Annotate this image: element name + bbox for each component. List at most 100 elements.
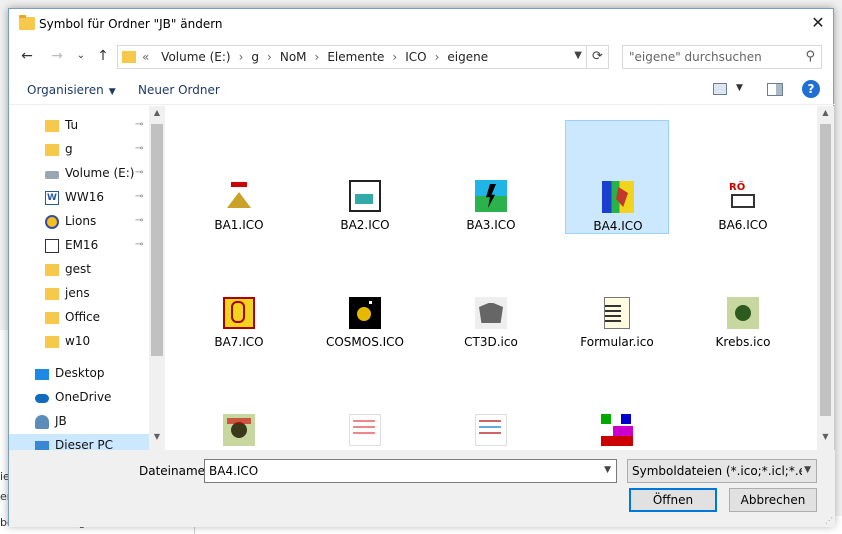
scrollbar-thumb[interactable] [151, 124, 163, 356]
open-button[interactable]: Öffnen [629, 488, 717, 512]
sidebar-item[interactable]: gest [9, 258, 149, 282]
sidebar-item-label: gest [65, 262, 91, 276]
file-name: Krebs.ico [715, 335, 771, 349]
navigation-scrollbar[interactable]: ▲ ▼ [149, 106, 165, 450]
sidebar-item[interactable]: Volume (E:) ⊸ [9, 162, 149, 186]
sidebar-item[interactable]: jens [9, 282, 149, 306]
file-name: BA7.ICO [214, 335, 264, 349]
close-button[interactable]: ✕ [803, 9, 833, 39]
cloud-icon [35, 394, 49, 403]
pin-icon: ⊸ [135, 119, 144, 130]
file-name: CT3D.ico [464, 335, 518, 349]
file-item[interactable]: TETRIS.ICO [565, 354, 669, 450]
breadcrumb-item[interactable]: Elemente [327, 50, 384, 64]
refresh-icon[interactable]: ⟳ [586, 46, 608, 68]
file-item[interactable]: BA4.ICO [565, 120, 669, 234]
scroll-down-icon[interactable]: ▼ [149, 432, 165, 448]
chevron-down-icon: ▼ [804, 465, 811, 475]
breadcrumb-separator-icon[interactable]: › [267, 50, 272, 64]
change-icon-dialog: Symbol für Ordner "JB" ändern ✕ ← → ⌄ ↑ … [8, 8, 835, 527]
mail-icon [45, 239, 59, 253]
view-icon[interactable] [713, 83, 727, 95]
organize-label: Organisieren [27, 83, 104, 97]
search-placeholder: "eigene" durchsuchen [629, 50, 762, 64]
sidebar-item[interactable]: w10 [9, 330, 149, 354]
sidebar-item[interactable]: OneDrive [9, 386, 149, 410]
breadcrumb-overflow[interactable]: « [142, 50, 149, 64]
sidebar-item[interactable]: Office [9, 306, 149, 330]
breadcrumb-item[interactable]: Volume (E:) [161, 50, 230, 64]
up-arrow-icon[interactable]: ↑ [93, 47, 113, 65]
pin-icon: ⊸ [135, 215, 144, 226]
chevron-down-icon[interactable]: ▼ [736, 83, 743, 93]
breadcrumb-item[interactable]: eigene [447, 50, 488, 64]
file-item[interactable]: Rezept.ico [313, 354, 417, 450]
chevron-down-icon[interactable]: ▼ [574, 50, 582, 61]
breadcrumb: « Volume (E:) › g › NoM › Elemente › ICO › eigene [142, 50, 496, 64]
filetype-value: Symboldateien (*.ico;*.icl;*.exe; [632, 464, 802, 478]
sidebar-item-label: Office [65, 310, 101, 324]
breadcrumb-separator-icon[interactable]: › [392, 50, 397, 64]
chevron-down-icon[interactable]: ▼ [604, 465, 611, 475]
sidebar-item[interactable]: JB [9, 410, 149, 434]
file-item[interactable]: BA2.ICO [313, 120, 417, 234]
sidebar-item-label: Tu [65, 118, 79, 132]
file-item[interactable]: COSMOS.ICO [313, 237, 417, 351]
sidebar-item-label: WW16 [65, 190, 104, 204]
breadcrumb-item[interactable]: g [251, 50, 259, 64]
file-item[interactable]: CT3D.ico [439, 237, 543, 351]
file-item[interactable]: Krebs.ico [691, 237, 795, 351]
search-box[interactable]: "eigene" durchsuchen ⚲ [622, 45, 822, 69]
recent-locations-dropdown[interactable]: ⌄ [71, 47, 91, 65]
sidebar-item[interactable]: EM16 ⊸ [9, 234, 149, 258]
file-scrollbar[interactable]: ▲ ▼ [817, 106, 834, 450]
breadcrumb-item[interactable]: ICO [405, 50, 426, 64]
navigation-bar: ← → ⌄ ↑ « Volume (E:) › g › NoM › Elemente › ICO… [9, 41, 835, 71]
scroll-up-icon[interactable]: ▲ [149, 108, 165, 124]
filename-field[interactable]: BA4.ICO ▼ [204, 459, 617, 483]
file-item[interactable]: Rezept2.ico [439, 354, 543, 450]
sidebar-item[interactable]: Desktop [9, 362, 149, 386]
file-thumbnail-icon [349, 297, 381, 329]
file-item[interactable]: BA3.ICO [439, 120, 543, 234]
preview-pane-icon[interactable] [767, 83, 783, 96]
pin-icon: ⊸ [135, 143, 144, 154]
breadcrumb-separator-icon[interactable]: › [315, 50, 320, 64]
file-thumbnail-icon [349, 180, 381, 212]
resize-grip-icon[interactable]: ⋰ [825, 516, 833, 525]
chevron-down-icon: ▼ [108, 87, 116, 97]
file-thumbnail-icon [475, 414, 507, 446]
search-icon: ⚲ [805, 49, 815, 64]
breadcrumb-separator-icon[interactable]: › [239, 50, 244, 64]
file-item[interactable]: BA7.ICO [187, 237, 291, 351]
breadcrumb-item[interactable]: NoM [280, 50, 307, 64]
back-arrow-icon[interactable]: ← [17, 47, 37, 65]
sidebar-item[interactable]: Lions ⊸ [9, 210, 149, 234]
help-icon[interactable]: ? [802, 80, 820, 98]
sidebar-item[interactable]: W WW16 ⊸ [9, 186, 149, 210]
organize-menu[interactable]: Organisieren ▼ [27, 83, 116, 97]
file-thumbnail-icon [223, 297, 255, 329]
desktop-icon [35, 369, 49, 380]
address-bar[interactable]: « Volume (E:) › g › NoM › Elemente › ICO › eigene … [117, 45, 609, 69]
filetype-select[interactable]: Symboldateien (*.ico;*.icl;*.exe; ▼ [627, 459, 817, 483]
forward-arrow-icon[interactable]: → [47, 47, 67, 65]
cancel-button[interactable]: Abbrechen [729, 488, 817, 512]
file-item[interactable]: Krebs2.ico [187, 354, 291, 450]
filename-label: Dateiname: [139, 464, 210, 478]
scroll-up-icon[interactable]: ▲ [817, 108, 834, 124]
scroll-down-icon[interactable]: ▼ [817, 432, 834, 448]
sidebar-item[interactable]: Dieser PC [9, 434, 149, 450]
new-folder-button[interactable]: Neuer Ordner [138, 83, 220, 97]
breadcrumb-separator-icon[interactable]: › [435, 50, 440, 64]
file-thumbnail-icon: RÖ [727, 180, 759, 212]
filename-value: BA4.ICO [209, 464, 259, 478]
file-name: BA4.ICO [593, 219, 643, 233]
file-item[interactable]: Formular.ico [565, 237, 669, 351]
file-item[interactable]: RÖ BA6.ICO [691, 120, 795, 234]
sidebar-item[interactable]: g ⊸ [9, 138, 149, 162]
sidebar-item[interactable]: Tu ⊸ [9, 114, 149, 138]
file-item[interactable]: BA1.ICO [187, 120, 291, 234]
folder-icon [45, 288, 59, 300]
scrollbar-thumb[interactable] [820, 124, 831, 416]
